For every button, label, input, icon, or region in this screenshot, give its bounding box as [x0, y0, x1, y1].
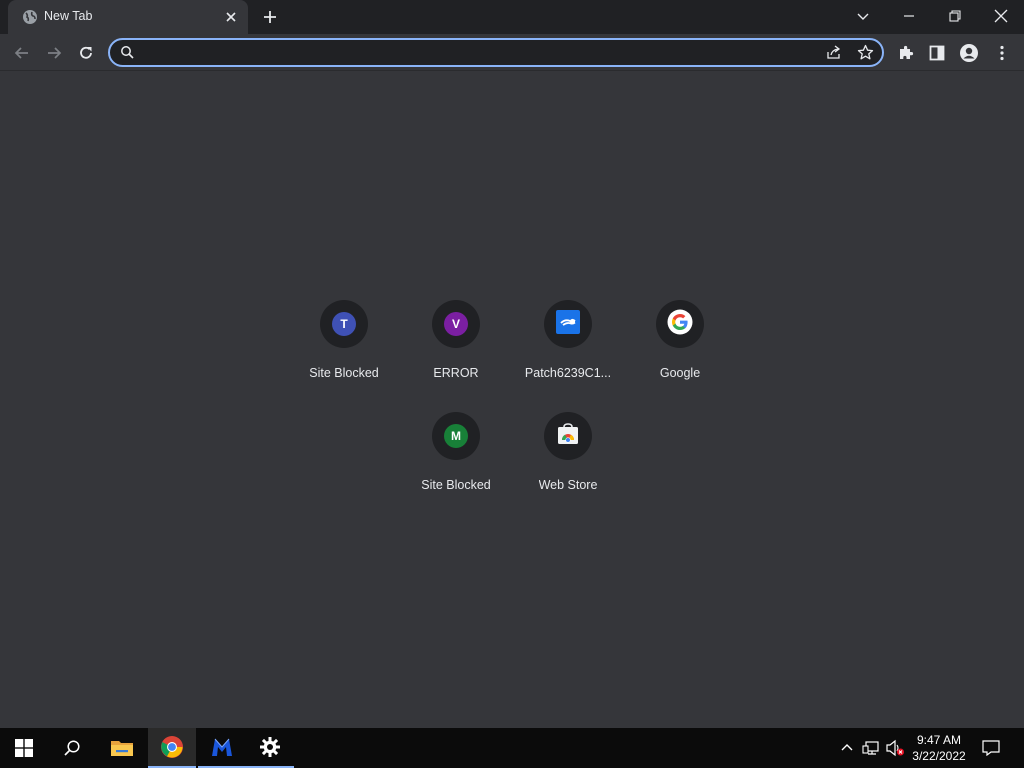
close-icon: [994, 9, 1008, 23]
windows-start-icon: [15, 739, 33, 757]
close-tab-icon[interactable]: [223, 9, 239, 25]
file-explorer-button[interactable]: [98, 728, 146, 768]
web-store-icon: [556, 422, 580, 451]
new-tab-button[interactable]: [260, 7, 280, 27]
search-icon: [120, 45, 135, 65]
shortcut-label: Site Blocked: [421, 478, 491, 492]
address-bar[interactable]: [108, 38, 884, 67]
shortcut-label: Google: [659, 366, 701, 380]
network-button[interactable]: [861, 738, 881, 758]
shortcut-icon-container: [544, 412, 592, 460]
tab-strip: New Tab: [0, 0, 1024, 34]
start-button[interactable]: [0, 728, 48, 768]
taskbar-search-button[interactable]: [48, 728, 96, 768]
tab-search-button[interactable]: [840, 0, 886, 32]
clock-time: 9:47 AM: [916, 733, 962, 747]
side-panel-button[interactable]: [924, 40, 950, 66]
network-icon: [862, 741, 879, 755]
shortcut-icon-container: [656, 300, 704, 348]
restore-icon: [949, 10, 961, 22]
volume-button[interactable]: [885, 738, 905, 758]
shortcut-label: Site Blocked: [309, 366, 379, 380]
share-icon[interactable]: [825, 44, 842, 66]
shortcut-label: ERROR: [433, 366, 479, 380]
letter-v-icon: V: [444, 312, 468, 336]
plus-icon: [264, 11, 276, 23]
chevron-up-icon: [841, 744, 853, 751]
arrow-left-icon: [14, 47, 28, 59]
file-explorer-icon: [111, 741, 133, 756]
shortcut-tile[interactable]: T Site Blocked: [288, 284, 400, 396]
system-clock[interactable]: 9:47 AM 3/22/2022: [906, 732, 972, 764]
forward-button[interactable]: [41, 40, 67, 66]
reload-icon: [80, 46, 92, 59]
shortcut-tile[interactable]: M Site Blocked: [400, 396, 512, 508]
volume-muted-icon: [886, 739, 904, 757]
malwarebytes-taskbar-button[interactable]: [198, 728, 246, 768]
shortcut-tile[interactable]: Google: [624, 284, 736, 396]
shortcut-icon-container: M: [432, 412, 480, 460]
letter-t-icon: T: [332, 312, 356, 336]
shortcut-icon-container: T: [320, 300, 368, 348]
restore-button[interactable]: [932, 0, 978, 32]
shortcut-icon-container: V: [432, 300, 480, 348]
notification-icon: [982, 740, 1000, 756]
new-tab-page: T Site Blocked V ERROR Patch6239C1... Go…: [0, 72, 1024, 728]
shortcut-label: Web Store: [538, 478, 598, 492]
settings-taskbar-button[interactable]: [246, 728, 294, 768]
person-icon: [960, 44, 978, 62]
tab-title: New Tab: [44, 9, 93, 23]
malwarebytes-icon: [212, 738, 232, 756]
browser-toolbar: [0, 34, 1024, 71]
profile-button[interactable]: [956, 40, 982, 66]
extensions-button[interactable]: [893, 40, 919, 66]
shortcut-tile[interactable]: V ERROR: [400, 284, 512, 396]
windows-taskbar: 9:47 AM 3/22/2022: [0, 728, 1024, 768]
reload-button[interactable]: [73, 40, 99, 66]
settings-gear-icon: [260, 737, 280, 757]
chrome-taskbar-button[interactable]: [148, 728, 196, 768]
window-close-button[interactable]: [978, 0, 1024, 32]
star-icon[interactable]: [857, 44, 874, 66]
back-button[interactable]: [9, 40, 35, 66]
side-panel-icon: [929, 45, 945, 61]
google-g-icon: [667, 309, 693, 340]
shortcut-icon-container: [544, 300, 592, 348]
search-icon: [64, 740, 80, 756]
address-input[interactable]: [142, 43, 822, 62]
action-center-button[interactable]: [978, 736, 1004, 760]
globe-icon: [22, 9, 38, 25]
clock-date: 3/22/2022: [912, 749, 966, 763]
letter-m-icon: M: [444, 424, 468, 448]
shortcut-tile[interactable]: Patch6239C1...: [512, 284, 624, 396]
chrome-menu-button[interactable]: [989, 40, 1015, 66]
minimize-button[interactable]: [886, 0, 932, 32]
patch-site-icon: [556, 309, 580, 339]
chrome-icon: [161, 736, 183, 758]
show-hidden-icons-button[interactable]: [837, 738, 857, 758]
tab-new-tab[interactable]: New Tab: [8, 0, 248, 34]
shortcut-tile[interactable]: Web Store: [512, 396, 624, 508]
arrow-right-icon: [48, 47, 62, 59]
kebab-menu-icon: [1000, 45, 1004, 61]
puzzle-icon: [900, 45, 914, 59]
chevron-down-icon: [857, 13, 869, 20]
minimize-icon: [904, 15, 914, 17]
shortcut-label: Patch6239C1...: [524, 366, 612, 380]
